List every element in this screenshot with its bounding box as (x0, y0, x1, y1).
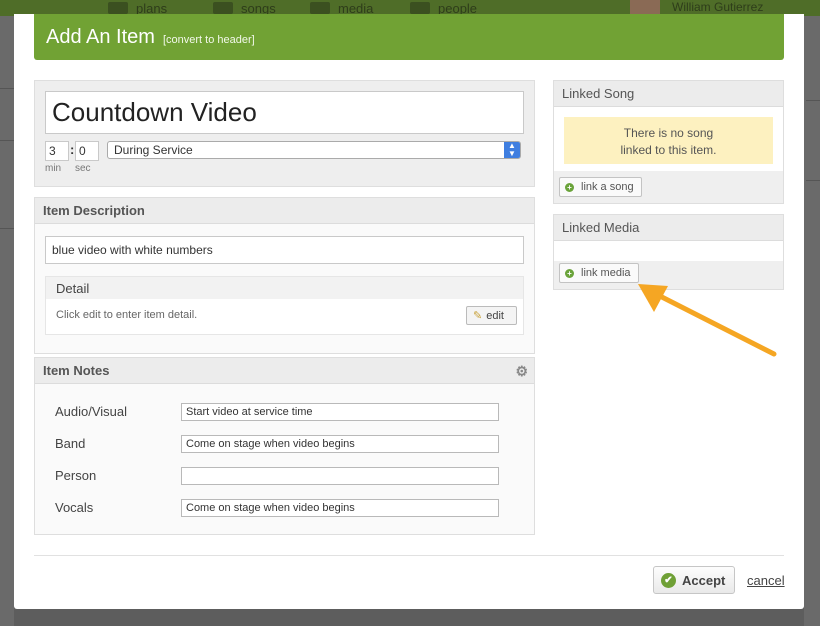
people-icon (410, 2, 430, 14)
songs-icon (213, 2, 233, 14)
no-song-notice: There is no song linked to this item. (564, 117, 773, 164)
item-description-input[interactable]: blue video with white numbers (45, 236, 524, 264)
media-icon (310, 2, 330, 14)
note-input-audio-visual[interactable]: Start video at service time (181, 403, 499, 421)
minutes-label: min (45, 163, 62, 174)
plus-icon: + (565, 268, 574, 278)
note-label-vocals: Vocals (55, 500, 94, 515)
linked-media-heading: Linked Media (554, 215, 783, 241)
detail-heading: Detail (46, 277, 523, 299)
footer-divider (34, 555, 784, 556)
service-position-select[interactable]: During Service ▲ ▼ (107, 141, 521, 159)
plans-icon (108, 2, 128, 14)
length-minutes-input[interactable]: 3 (45, 141, 69, 161)
item-title-input[interactable]: Countdown Video (45, 91, 524, 134)
cancel-link[interactable]: cancel (747, 573, 785, 588)
link-song-button[interactable]: + link a song (559, 177, 642, 197)
edit-detail-button[interactable]: ✎ edit (466, 306, 517, 325)
avatar (630, 0, 660, 14)
background-divider (0, 228, 14, 229)
background-divider (806, 180, 820, 181)
item-description-panel: Item Description blue video with white n… (34, 197, 535, 354)
linked-song-heading: Linked Song (554, 81, 783, 107)
checkmark-icon: ✔ (661, 572, 676, 588)
modal-header: Add An Item [convert to header] (34, 14, 784, 60)
item-notes-panel: Item Notes ⚙ Audio/Visual Start video at… (34, 357, 535, 535)
linked-media-body (554, 241, 783, 261)
item-notes-heading: Item Notes ⚙ (35, 358, 534, 384)
item-description-heading: Item Description (35, 198, 534, 224)
background-divider (806, 100, 820, 101)
detail-hint: Click edit to enter item detail. (56, 309, 198, 321)
background-divider (0, 140, 14, 141)
item-title-panel: Countdown Video 3 : 0 min sec During Ser… (34, 80, 535, 187)
background-page-right (804, 16, 820, 626)
note-label-band: Band (55, 436, 86, 451)
service-position-value: During Service (114, 143, 193, 157)
link-media-button[interactable]: + link media (559, 263, 639, 283)
user-menu[interactable]: William Gutierrez (630, 0, 820, 14)
select-arrows-icon: ▲ ▼ (504, 142, 520, 158)
annotation-arrow-icon (638, 284, 777, 357)
background-divider (0, 88, 14, 89)
seconds-label: sec (75, 163, 91, 174)
note-label-person: Person (55, 468, 97, 483)
add-item-modal: Add An Item [convert to header] Countdow… (14, 14, 804, 609)
detail-box: Detail Click edit to enter item detail. … (45, 276, 524, 335)
pencil-icon: ✎ (473, 310, 483, 322)
note-label-audio-visual: Audio/Visual (55, 404, 128, 419)
note-input-band[interactable]: Come on stage when video begins (181, 435, 499, 453)
note-input-vocals[interactable]: Come on stage when video begins (181, 499, 499, 517)
length-separator: : (70, 142, 75, 157)
plus-icon: + (565, 182, 574, 192)
note-input-person[interactable] (181, 467, 499, 485)
convert-to-header-link[interactable]: [convert to header] (163, 34, 255, 46)
linked-media-panel: Linked Media + link media (553, 214, 784, 290)
gear-icon[interactable]: ⚙ (515, 363, 528, 380)
accept-button[interactable]: ✔ Accept (653, 566, 735, 594)
linked-song-body: There is no song linked to this item. (554, 107, 783, 171)
modal-title: Add An Item (46, 25, 155, 48)
linked-song-panel: Linked Song There is no song linked to t… (553, 80, 784, 204)
background-page-left (0, 16, 14, 626)
length-seconds-input[interactable]: 0 (75, 141, 99, 161)
